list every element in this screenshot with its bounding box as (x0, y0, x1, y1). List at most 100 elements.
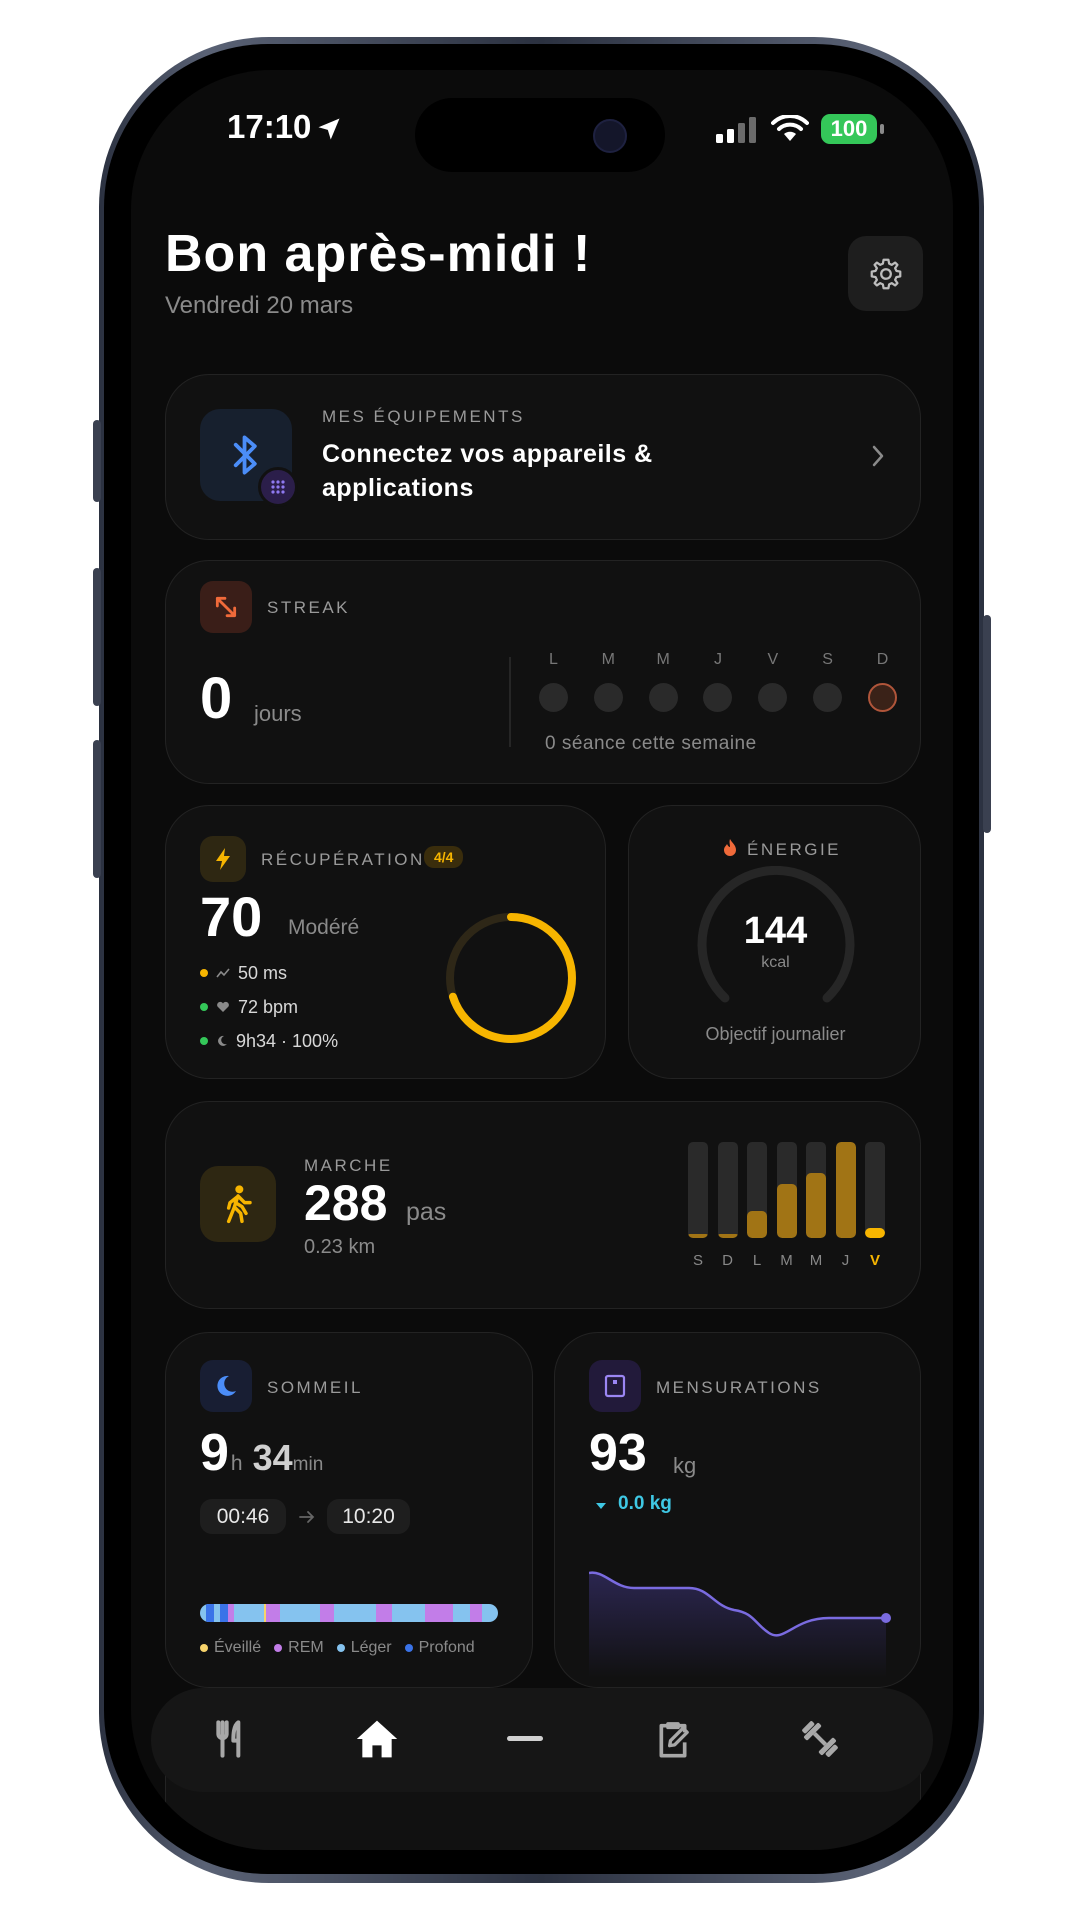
walk-day-labels: S D L MM J V (688, 1252, 888, 1272)
arrow-right-icon (299, 1511, 315, 1523)
status-time: 17:10 (227, 108, 312, 145)
fork-knife-icon (216, 1720, 241, 1758)
scale-icon (604, 1374, 626, 1398)
recovery-card[interactable]: RÉCUPÉRATION 4/4 70 Modéré 50 ms 72 bpm … (165, 805, 606, 1079)
energy-label: ÉNERGIE (747, 840, 842, 859)
settings-button[interactable] (848, 236, 923, 311)
measurements-tile (589, 1360, 641, 1412)
streak-day-label: M (601, 651, 615, 668)
sleep-card[interactable]: SOMMEIL 9 h 34 min 00:46 10:20 Éveillé R… (165, 1332, 533, 1688)
tab-home[interactable] (344, 1706, 410, 1772)
weight-delta: 0.0 kg (618, 1493, 672, 1514)
tab-nutrition[interactable] (197, 1706, 263, 1772)
cellular-signal-icon (716, 117, 756, 143)
bluetooth-tile (200, 409, 298, 507)
equipment-title: Connectez vos appareils & applications (322, 440, 653, 502)
streak-day-label: V (767, 651, 779, 668)
screen: 17:10 100 Bon après-midi ! Vendredi 20 m… (131, 70, 953, 1850)
heart-icon (217, 1001, 229, 1012)
walk-unit: pas (406, 1198, 447, 1226)
walking-person-icon (226, 1185, 252, 1224)
streak-card[interactable]: STREAK 0 jours L M M J V S D 0 séance cette se… (165, 560, 921, 784)
location-arrow-icon (318, 118, 340, 140)
streak-day-label: J (713, 651, 722, 668)
walk-bar (688, 1142, 708, 1238)
weight-unit: kg (673, 1453, 697, 1478)
recovery-status: Modéré (288, 916, 360, 939)
energy-card[interactable]: ÉNERGIE 144 kcal Objectif journalier (628, 805, 921, 1079)
streak-day-dot (539, 683, 568, 712)
sleep-stages-bar (200, 1604, 498, 1622)
home-icon (356, 1720, 398, 1758)
sleep-start-time: 00:46 (200, 1499, 286, 1534)
tab-center[interactable] (492, 1706, 558, 1772)
weight-value: 93 (589, 1424, 647, 1482)
streak-caption: 0 séance cette semaine (545, 733, 757, 754)
equipment-card[interactable]: MES ÉQUIPEMENTS Connectez vos appareils … (165, 374, 921, 540)
sleep-duration: 9 h 34 min (200, 1424, 324, 1482)
weekday-dots (539, 683, 897, 712)
volume-up-button (93, 568, 101, 706)
walk-tile (200, 1166, 276, 1242)
caret-down-icon (596, 1503, 606, 1509)
battery-tip (880, 124, 884, 134)
weight-trend-chart (589, 1571, 891, 1678)
tab-journal[interactable] (640, 1706, 706, 1772)
wifi-icon (771, 115, 809, 141)
walk-steps: 288 (304, 1175, 388, 1231)
walk-bar (776, 1142, 797, 1238)
walk-day-label: M (780, 1252, 793, 1269)
equipment-label: MES ÉQUIPEMENTS (322, 407, 525, 426)
sleep-row: 9h34 · 100% (200, 1024, 338, 1058)
weekday-letters: LMMJVSD (539, 651, 899, 669)
walk-bar (835, 1142, 856, 1238)
sleep-legend: Éveillé REM Léger Profond (200, 1639, 475, 1657)
moon-icon (218, 1035, 227, 1046)
streak-day-dot (648, 683, 678, 712)
walk-distance: 0.23 km (304, 1236, 376, 1258)
streak-label: STREAK (267, 598, 351, 617)
walk-label: MARCHE (304, 1156, 393, 1175)
energy-value: 144 (743, 910, 808, 952)
tab-workout[interactable] (787, 1706, 853, 1772)
walk-bar (717, 1142, 738, 1238)
streak-day-label: S (822, 651, 833, 668)
streak-day-dot (593, 683, 623, 712)
streak-day-dot (703, 683, 733, 712)
recovery-badge: 4/4 (424, 846, 464, 868)
volume-down-button (93, 740, 101, 878)
streak-day-dot (867, 683, 897, 712)
recovery-label: RÉCUPÉRATION (261, 850, 425, 869)
flame-icon (724, 839, 736, 856)
energy-caption: Objectif journalier (705, 1024, 846, 1044)
clipboard-edit-icon (659, 1722, 689, 1758)
recovery-tile (200, 836, 246, 882)
sleep-tile (200, 1360, 252, 1412)
sleep-end-time: 10:20 (327, 1499, 410, 1534)
walk-bar (747, 1142, 767, 1238)
walk-day-label: L (752, 1252, 762, 1269)
streak-value: 0 (200, 666, 233, 731)
recovery-ring (446, 913, 576, 1043)
walk-card[interactable]: MARCHE 288 pas 0.23 km S D L MM J V (165, 1101, 921, 1309)
apps-grid-icon (258, 467, 298, 507)
walk-bar (806, 1142, 826, 1238)
measurements-card[interactable]: MENSURATIONS 93 kg 0.0 kg (554, 1332, 921, 1688)
streak-day-label: M (656, 651, 670, 668)
gear-icon (870, 258, 901, 289)
chevron-right-icon (872, 445, 884, 467)
expand-arrows-icon (215, 596, 237, 618)
greeting-title: Bon après-midi ! (165, 225, 592, 283)
walk-day-label: D (722, 1252, 733, 1269)
divider (509, 657, 511, 747)
streak-tile (200, 581, 252, 633)
walk-day-label: M (809, 1252, 823, 1269)
power-button (983, 615, 991, 833)
measurements-label: MENSURATIONS (656, 1378, 822, 1397)
tab-bar (151, 1688, 933, 1792)
streak-day-dot (758, 683, 788, 712)
trend-icon (216, 968, 230, 978)
energy-unit: kcal (761, 954, 790, 971)
walk-day-label: J (841, 1252, 850, 1269)
dumbbell-icon (802, 1721, 838, 1757)
